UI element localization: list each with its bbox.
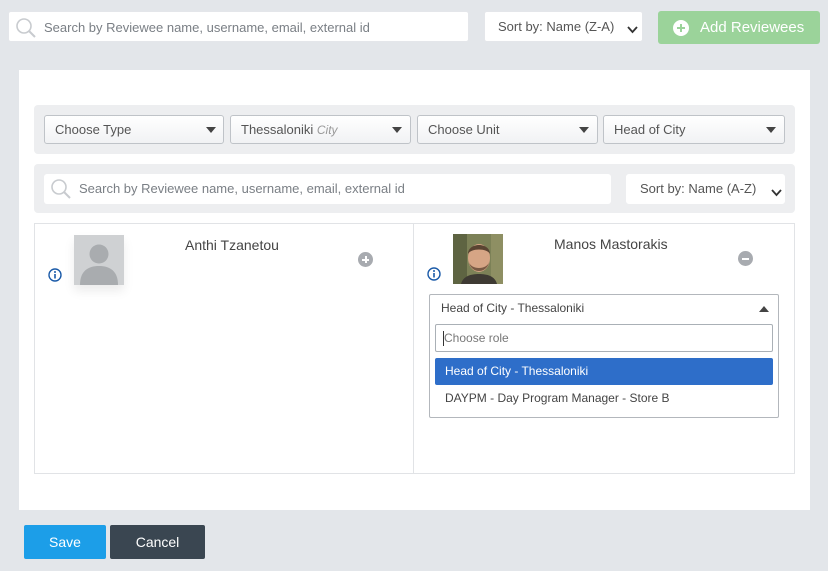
plus-circle-icon (673, 20, 689, 36)
chevron-down-icon (627, 22, 638, 37)
sort-select-inner[interactable]: Sort by: Name (A-Z) (626, 174, 785, 204)
cancel-button[interactable]: Cancel (110, 525, 205, 559)
role-option[interactable]: DAYPM - Day Program Manager - Store B (435, 385, 773, 412)
sort-select-top[interactable]: Sort by: Name (Z-A) (484, 11, 643, 42)
sort-label: Sort by: Name (Z-A) (498, 19, 615, 34)
chevron-down-icon (771, 185, 782, 200)
filter-label: Thessaloniki (241, 122, 314, 137)
search-icon (50, 178, 72, 200)
reviewee-name: Anthi Tzanetou (185, 237, 279, 253)
add-reviewees-label: Add Reviewees (700, 19, 805, 36)
filter-hint: City (316, 123, 338, 137)
search-placeholder: Search by Reviewee name, username, email… (44, 20, 370, 35)
filter-type-select[interactable]: Choose Type (44, 115, 224, 144)
cancel-label: Cancel (135, 534, 180, 550)
caret-down-icon (392, 127, 402, 133)
role-option-label: DAYPM - Day Program Manager - Store B (445, 391, 670, 405)
panel-divider (413, 224, 414, 474)
filter-unit-select[interactable]: Choose Unit (417, 115, 598, 144)
add-reviewees-button[interactable]: Add Reviewees (658, 11, 820, 44)
filter-label: Head of City (614, 122, 686, 137)
filter-city-select[interactable]: Thessaloniki City (230, 115, 411, 144)
save-label: Save (49, 534, 81, 550)
avatar (453, 234, 503, 284)
remove-reviewee-button[interactable] (738, 251, 753, 266)
reviewee-name: Manos Mastorakis (554, 236, 668, 252)
caret-down-icon (579, 127, 589, 133)
info-icon[interactable] (48, 268, 62, 282)
top-search-input[interactable]: Search by Reviewee name, username, email… (8, 11, 469, 42)
search-icon (15, 17, 37, 39)
filter-label: Choose Type (55, 122, 132, 137)
filter-label: Choose Unit (428, 122, 500, 137)
search-placeholder: Search by Reviewee name, username, email… (79, 181, 405, 196)
role-search-placeholder: Choose role (444, 331, 509, 345)
save-button[interactable]: Save (24, 525, 106, 559)
caret-down-icon (206, 127, 216, 133)
caret-up-icon (759, 306, 769, 312)
role-option-label: Head of City - Thessaloniki (445, 364, 589, 378)
avatar (74, 235, 124, 285)
reviewee-search-input[interactable]: Search by Reviewee name, username, email… (44, 174, 611, 204)
caret-down-icon (766, 127, 776, 133)
filter-role-select[interactable]: Head of City (603, 115, 785, 144)
role-selected-value: Head of City - Thessaloniki (441, 301, 585, 315)
filter-city-text: Thessaloniki City (241, 116, 338, 144)
role-option[interactable]: Head of City - Thessaloniki (435, 358, 773, 385)
sort-label: Sort by: Name (A-Z) (640, 181, 757, 196)
info-icon[interactable] (427, 267, 441, 281)
add-reviewee-button[interactable] (358, 252, 373, 267)
role-search-input[interactable]: Choose role (435, 324, 773, 352)
